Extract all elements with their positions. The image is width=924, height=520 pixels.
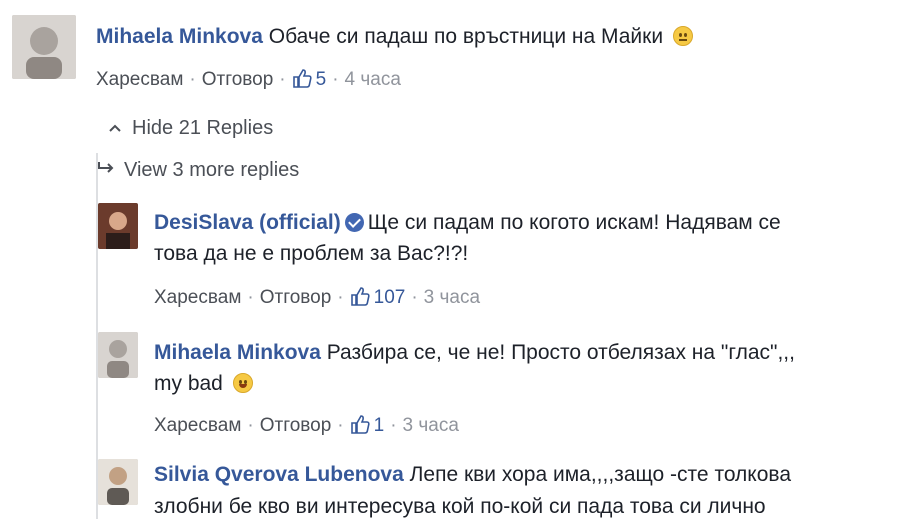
- reply-actions: Харесвам · Отговор · 107 · 3 часа: [154, 287, 481, 308]
- like-button[interactable]: Харесвам: [154, 415, 241, 436]
- avatar[interactable]: [12, 15, 76, 79]
- avatar[interactable]: [98, 203, 138, 249]
- reply-text: Silvia Qverova Lubenova Лепе кви хора им…: [154, 463, 791, 486]
- reply-arrow-icon: [98, 162, 114, 173]
- commenter-name[interactable]: Silvia Qverova Lubenova: [154, 463, 404, 486]
- timestamp[interactable]: 3 часа: [424, 287, 480, 308]
- reply-text: DesiSlava (official) Ще си падам по когот…: [154, 211, 781, 234]
- verified-badge-icon: [344, 213, 364, 232]
- chevron-up-icon: [109, 124, 121, 132]
- reply-button[interactable]: Отговор: [202, 69, 274, 90]
- timestamp[interactable]: 3 часа: [403, 415, 459, 436]
- view-more-replies-button[interactable]: View 3 more replies: [96, 159, 299, 182]
- commenter-name[interactable]: Mihaela Minkova: [154, 341, 321, 364]
- like-count[interactable]: 1: [350, 415, 384, 436]
- reply-text-line2: my bad: [154, 371, 253, 397]
- like-button[interactable]: Харесвам: [154, 287, 241, 308]
- reply-text-line2: това да не е проблем за Вас?!?!: [154, 242, 469, 265]
- comment-body: Обаче си падаш по връстници на Майки: [268, 25, 664, 48]
- reply-actions: Харесвам · Отговор · 1 · 3 часа: [154, 415, 459, 436]
- grinning-face-emoji: [232, 373, 253, 393]
- avatar[interactable]: [98, 459, 138, 505]
- commenter-name[interactable]: DesiSlava (official): [154, 211, 341, 234]
- hide-replies-button[interactable]: Hide 21 Replies: [108, 117, 273, 140]
- comment-text: Mihaela Minkova Обаче си падаш по връстн…: [96, 24, 693, 50]
- reply-text-line2: злобни бе кво ви интересува кой по-кой с…: [154, 495, 766, 518]
- thumbs-up-icon: [292, 69, 312, 88]
- avatar[interactable]: [98, 332, 138, 378]
- like-button[interactable]: Харесвам: [96, 69, 183, 90]
- commenter-name[interactable]: Mihaela Minkova: [96, 25, 263, 48]
- like-count[interactable]: 107: [350, 287, 405, 308]
- neutral-face-emoji: [672, 26, 693, 46]
- timestamp[interactable]: 4 часа: [345, 69, 401, 90]
- reply-text: Mihaela Minkova Разбира се, че не! Прост…: [154, 341, 795, 364]
- like-count[interactable]: 5: [292, 69, 326, 90]
- thumbs-up-icon: [350, 287, 370, 306]
- comment-actions: Харесвам · Отговор · 5 · 4 часа: [96, 69, 401, 90]
- reply-button[interactable]: Отговор: [260, 415, 332, 436]
- reply-button[interactable]: Отговор: [260, 287, 332, 308]
- thumbs-up-icon: [350, 415, 370, 434]
